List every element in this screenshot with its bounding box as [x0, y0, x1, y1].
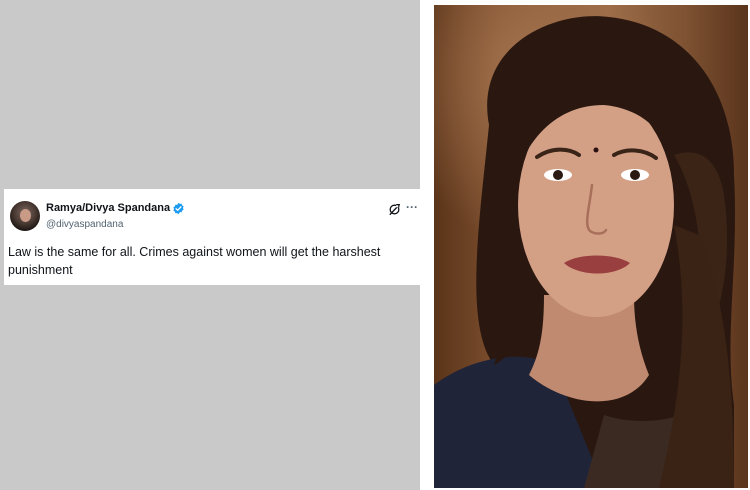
avatar[interactable] [10, 201, 40, 231]
portrait-illustration [434, 16, 736, 488]
author-handle[interactable]: @divyaspandana [46, 219, 123, 230]
more-options-icon[interactable]: ··· [406, 200, 418, 214]
grok-icon[interactable] [388, 203, 401, 216]
author-name[interactable]: Ramya/Divya Spandana [46, 202, 170, 214]
tweet-text: Law is the same for all. Crimes against … [8, 245, 381, 277]
screenshot-canvas: Ramya/Divya Spandana @divyaspandana ··· … [0, 0, 750, 490]
tweet-card[interactable]: Ramya/Divya Spandana @divyaspandana ··· … [4, 189, 420, 285]
portrait-photo [434, 5, 748, 488]
verified-badge-icon [173, 202, 184, 215]
